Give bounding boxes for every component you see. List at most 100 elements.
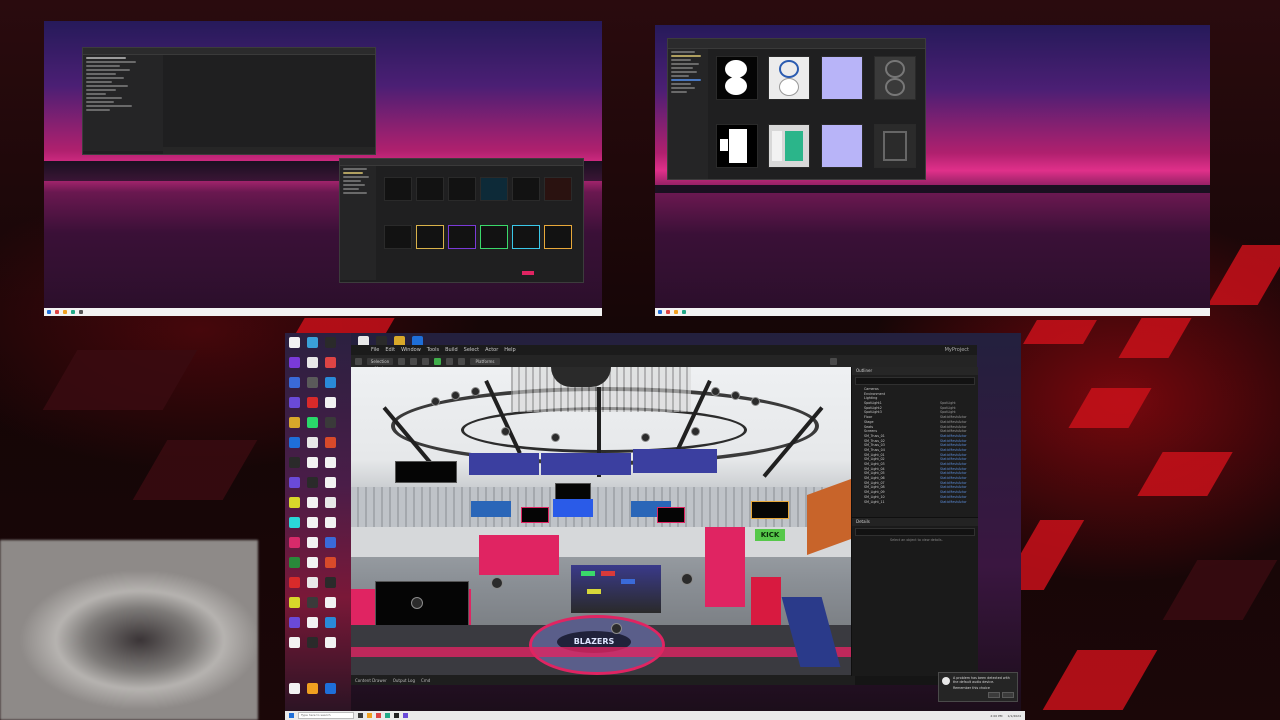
app-icon[interactable]	[385, 713, 390, 718]
desktop-app-icon[interactable]	[325, 337, 336, 348]
folder-tree[interactable]	[668, 49, 708, 179]
desktop-file-icon[interactable]	[325, 497, 336, 508]
app-icon[interactable]	[666, 310, 670, 314]
browser-icon[interactable]	[376, 713, 381, 718]
menu-item[interactable]: File	[371, 347, 379, 353]
desktop-file-icon[interactable]	[307, 457, 318, 468]
desktop-app-icon[interactable]	[289, 577, 300, 588]
folder-tree[interactable]	[340, 166, 376, 280]
desktop-file-icon[interactable]	[289, 683, 300, 694]
desktop-app-icon[interactable]	[325, 557, 336, 568]
desktop-app-icon[interactable]	[307, 417, 318, 428]
desktop-app-icon[interactable]	[325, 577, 336, 588]
folder-icon[interactable]	[674, 310, 678, 314]
app-icon[interactable]	[79, 310, 83, 314]
app-icon[interactable]	[71, 310, 75, 314]
unreal-icon[interactable]	[394, 713, 399, 718]
texture-thumbnail[interactable]	[874, 124, 916, 168]
menu-item[interactable]: Window	[401, 347, 421, 353]
content-drawer-button[interactable]: Content Drawer	[355, 678, 387, 683]
menu-item[interactable]: Select	[464, 347, 479, 353]
window-titlebar[interactable]	[83, 48, 375, 55]
outliner-row[interactable]: SM_Light_11 StaticMeshActor	[852, 500, 978, 505]
file-thumbnail[interactable]	[544, 225, 572, 249]
menu-item[interactable]: Edit	[385, 347, 395, 353]
desktop-app-icon[interactable]	[325, 357, 336, 368]
menu-item[interactable]: Tools	[427, 347, 439, 353]
start-icon[interactable]	[289, 713, 294, 718]
file-thumbnail[interactable]	[480, 225, 508, 249]
cmd-button[interactable]: Cmd	[421, 678, 430, 683]
desktop-app-icon[interactable]	[325, 417, 336, 428]
output-log-button[interactable]: Output Log	[393, 678, 415, 683]
desktop-app-icon[interactable]	[289, 477, 300, 488]
add-actor-icon[interactable]	[398, 357, 405, 365]
texture-thumbnail[interactable]	[768, 56, 810, 100]
outliner-search-input[interactable]	[855, 377, 975, 385]
app-icon[interactable]	[55, 310, 59, 314]
desktop-file-icon[interactable]	[325, 517, 336, 528]
toast-cancel-button[interactable]	[1002, 692, 1014, 698]
file-thumbnail[interactable]	[544, 177, 572, 201]
desktop-file-icon[interactable]	[307, 497, 318, 508]
file-thumbnail[interactable]	[480, 177, 508, 201]
folder-icon[interactable]	[63, 310, 67, 314]
desktop-file-icon[interactable]	[307, 357, 318, 368]
texture-thumbnail[interactable]	[716, 124, 758, 168]
notification-toast[interactable]: A problem has been detected with the def…	[938, 672, 1018, 702]
desktop-file-icon[interactable]	[325, 637, 336, 648]
menu-item[interactable]: Help	[504, 347, 515, 353]
task-view-icon[interactable]	[358, 713, 363, 718]
window-titlebar[interactable]	[668, 39, 925, 49]
file-thumbnail[interactable]	[448, 225, 476, 249]
toast-ok-button[interactable]	[988, 692, 1000, 698]
desktop-file-icon[interactable]	[325, 477, 336, 488]
clock-time[interactable]: 2:00 PM	[990, 714, 1002, 718]
cinematics-icon[interactable]	[422, 357, 429, 365]
desktop-app-icon[interactable]	[307, 377, 318, 388]
file-dialog-window[interactable]	[82, 47, 376, 155]
file-thumbnail[interactable]	[416, 177, 444, 201]
desktop-app-icon[interactable]	[307, 397, 318, 408]
app-icon[interactable]	[403, 713, 408, 718]
play-icon[interactable]	[434, 357, 441, 365]
details-search-input[interactable]	[855, 528, 975, 536]
mode-dropdown[interactable]: Selection Mode	[367, 357, 393, 371]
settings-icon[interactable]	[830, 357, 837, 365]
texture-thumbnail[interactable]	[716, 56, 758, 100]
desktop-app-icon[interactable]	[325, 377, 336, 388]
desktop-file-icon[interactable]	[307, 557, 318, 568]
desktop-app-icon[interactable]	[289, 397, 300, 408]
desktop-app-icon[interactable]	[307, 337, 318, 348]
outliner-panel[interactable]: Outliner Cameras Environment Lighting SpotL…	[851, 367, 978, 517]
window-titlebar[interactable]	[340, 159, 583, 166]
app-icon[interactable]	[682, 310, 686, 314]
desktop-app-icon[interactable]	[325, 437, 336, 448]
start-icon[interactable]	[47, 310, 51, 314]
desktop-app-icon[interactable]	[325, 617, 336, 628]
desktop-file-icon[interactable]	[307, 617, 318, 628]
clock-date[interactable]: 1/1/2024	[1008, 714, 1021, 718]
texture-thumbnail[interactable]	[821, 56, 863, 100]
desktop-file-icon[interactable]	[307, 577, 318, 588]
desktop-app-icon[interactable]	[289, 497, 300, 508]
desktop-app-icon[interactable]	[289, 537, 300, 548]
pause-icon[interactable]	[446, 357, 453, 365]
level-viewport[interactable]: KICK BLAZERS	[351, 367, 851, 675]
desktop-app-icon[interactable]	[289, 457, 300, 468]
menu-item[interactable]: Build	[445, 347, 458, 353]
folder-tree[interactable]	[83, 55, 163, 151]
desktop-app-icon[interactable]	[289, 377, 300, 388]
desktop-app-icon[interactable]	[289, 617, 300, 628]
texture-thumbnail[interactable]	[821, 124, 863, 168]
desktop-app-icon[interactable]	[289, 437, 300, 448]
desktop-app-icon[interactable]	[289, 597, 300, 608]
desktop-app-icon[interactable]	[307, 597, 318, 608]
details-panel[interactable]: Details Select an object to view details…	[851, 517, 978, 676]
file-thumbnail[interactable]	[512, 225, 540, 249]
desktop-file-icon[interactable]	[325, 457, 336, 468]
desktop-file-icon[interactable]	[307, 517, 318, 528]
texture-thumbnail[interactable]	[768, 124, 810, 168]
desktop-app-icon[interactable]	[307, 477, 318, 488]
desktop-file-icon[interactable]	[307, 437, 318, 448]
